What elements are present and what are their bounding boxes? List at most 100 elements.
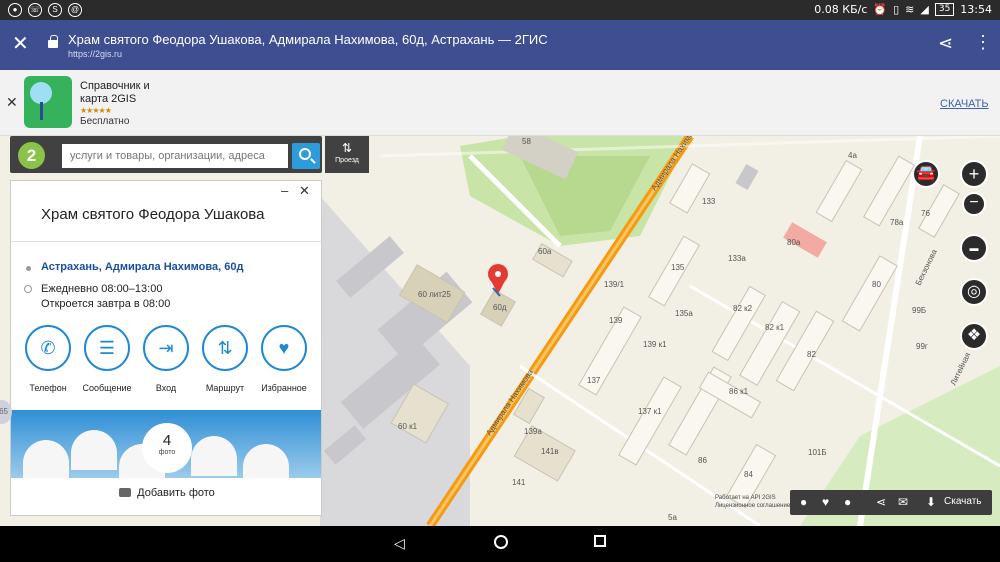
- route-icon: ⇅: [202, 325, 248, 371]
- close-tab-icon[interactable]: ✕: [12, 33, 29, 55]
- zoom-out-button[interactable]: −: [962, 192, 986, 216]
- page-url[interactable]: https://2gis.ru: [68, 49, 122, 59]
- navigation-bar: ◁: [0, 526, 1000, 562]
- search-bar: 2: [10, 136, 322, 173]
- building-label: 99Б: [912, 306, 926, 315]
- action-row: ✆ Телефон ☰ Сообщение ⇥ Вход ⇅ Маршрут ♥…: [11, 325, 321, 395]
- search-button[interactable]: [292, 143, 320, 169]
- home-icon[interactable]: [494, 535, 508, 549]
- building-label: 139а: [524, 427, 542, 436]
- building-label: 141: [512, 478, 526, 487]
- building-label: 60 лит25: [418, 290, 451, 299]
- building-label: 60а: [538, 247, 552, 256]
- photo-dome: [191, 436, 237, 476]
- phone-icon: ✆: [25, 325, 71, 371]
- skype-icon: S: [48, 3, 62, 17]
- building-label: 139 к1: [643, 340, 667, 349]
- building-label: 133: [702, 197, 716, 206]
- route-ab-icon: ⇅: [341, 141, 353, 155]
- app-logo-icon: [24, 76, 72, 128]
- action-label: Маршрут: [205, 383, 245, 393]
- map-attribution[interactable]: Работает на API 2GIS Лицензионное соглаш…: [715, 494, 790, 510]
- action-favorite[interactable]: ♥ Избранное: [255, 325, 313, 393]
- zoom-in-button[interactable]: +: [960, 160, 988, 188]
- building-label: 78а: [890, 218, 904, 227]
- minimize-card-icon[interactable]: –: [281, 183, 288, 198]
- ruler-button[interactable]: ▬: [960, 234, 988, 262]
- action-message[interactable]: ☰ Сообщение: [78, 325, 136, 393]
- share-icon[interactable]: ⋖: [876, 495, 886, 509]
- building-label: 82: [807, 350, 816, 359]
- building-label: 141в: [541, 447, 559, 456]
- chat-icon[interactable]: ●: [844, 495, 851, 509]
- action-label: Вход: [155, 383, 177, 393]
- lock-icon: [48, 35, 58, 48]
- building-label: 5а: [668, 513, 677, 522]
- route-button[interactable]: ⇅ Проезд: [325, 136, 369, 173]
- traffic-button[interactable]: 🚘: [912, 160, 940, 188]
- selected-place-pin-icon[interactable]: [488, 264, 508, 297]
- signal-strength-icon: ◢: [920, 3, 929, 16]
- back-icon[interactable]: ◁: [394, 535, 405, 552]
- download-app-link[interactable]: СКАЧАТЬ: [940, 98, 989, 110]
- add-photo-button[interactable]: Добавить фото: [11, 478, 321, 508]
- page-title: Храм святого Феодора Ушакова, Адмирала Н…: [68, 32, 548, 47]
- favorites-icon[interactable]: ♥: [822, 495, 829, 509]
- svg-text:Литейная: Литейная: [949, 351, 973, 387]
- license-link[interactable]: Лицензионное соглашение: [715, 503, 790, 509]
- action-label: Избранное: [261, 383, 307, 393]
- download-label[interactable]: Скачать: [944, 496, 982, 507]
- recent-apps-icon[interactable]: [594, 535, 606, 547]
- user-icon[interactable]: ●: [800, 495, 807, 509]
- building-label: 133а: [728, 254, 746, 263]
- building-label: 139/1: [604, 280, 625, 289]
- place-card: – ✕ Храм святого Феодора Ушакова Астраха…: [10, 180, 322, 516]
- building-label: 101Б: [808, 448, 827, 457]
- alarm-icon: ⏰: [873, 3, 888, 16]
- building-label: 76: [921, 209, 930, 218]
- viber-icon: ☏: [28, 3, 42, 17]
- photo-dome: [243, 444, 289, 478]
- layers-button[interactable]: ❖: [960, 322, 988, 350]
- dismiss-banner-icon[interactable]: ✕: [6, 94, 18, 111]
- camera-icon: [119, 488, 132, 497]
- layers-icon: ❖: [966, 327, 982, 344]
- more-menu-icon[interactable]: ⋮: [974, 32, 992, 53]
- locate-me-button[interactable]: ◎: [960, 278, 988, 306]
- building-label: 135: [671, 263, 685, 272]
- action-phone[interactable]: ✆ Телефон: [19, 325, 77, 393]
- close-card-icon[interactable]: ✕: [299, 183, 310, 199]
- signal-icon: ●: [8, 3, 22, 17]
- battery-indicator: 35: [934, 3, 955, 16]
- route-button-label: Проезд: [335, 157, 359, 164]
- mail-icon[interactable]: ✉: [898, 495, 908, 509]
- street-label: Литейная: [949, 351, 973, 387]
- app-name: Справочник и карта 2GIS: [80, 80, 150, 105]
- attribution-line: Работает на API 2GIS: [715, 495, 776, 501]
- search-input[interactable]: [62, 144, 288, 168]
- photo-count-label: фото: [158, 449, 176, 456]
- map-toolbar: ● ♥ ● ⋖ ✉ ⬇ Скачать: [790, 490, 992, 515]
- photo-count-badge[interactable]: 4 фото: [142, 423, 192, 473]
- svg-text:Бехзонова: Бехзонова: [914, 247, 939, 286]
- building-label: 86: [698, 456, 707, 465]
- search-icon: [299, 148, 311, 160]
- building-label: 84: [744, 470, 753, 479]
- building-label: 86 к1: [729, 387, 749, 396]
- share-icon[interactable]: ⋖: [938, 33, 953, 54]
- place-address[interactable]: Астрахань, Адмирала Нахимова, 60д: [41, 261, 243, 273]
- car-icon: 🚘: [916, 165, 936, 182]
- place-title: Храм святого Феодора Ушакова: [41, 206, 265, 223]
- opening-hours: Ежедневно 08:00–13:00: [41, 283, 163, 295]
- download-icon[interactable]: ⬇: [926, 495, 936, 509]
- action-label: Телефон: [29, 383, 67, 393]
- ruler-icon: ▬: [969, 243, 979, 253]
- street-label: Бехзонова: [914, 247, 939, 286]
- 2gis-logo-icon[interactable]: 2: [18, 142, 45, 169]
- action-route[interactable]: ⇅ Маршрут: [196, 325, 254, 393]
- building-label: 80а: [787, 238, 801, 247]
- entrance-icon: ⇥: [143, 325, 189, 371]
- network-speed: 0.08 КБ/с: [814, 3, 868, 16]
- action-entrance[interactable]: ⇥ Вход: [137, 325, 195, 393]
- building-label: 80: [872, 280, 881, 289]
